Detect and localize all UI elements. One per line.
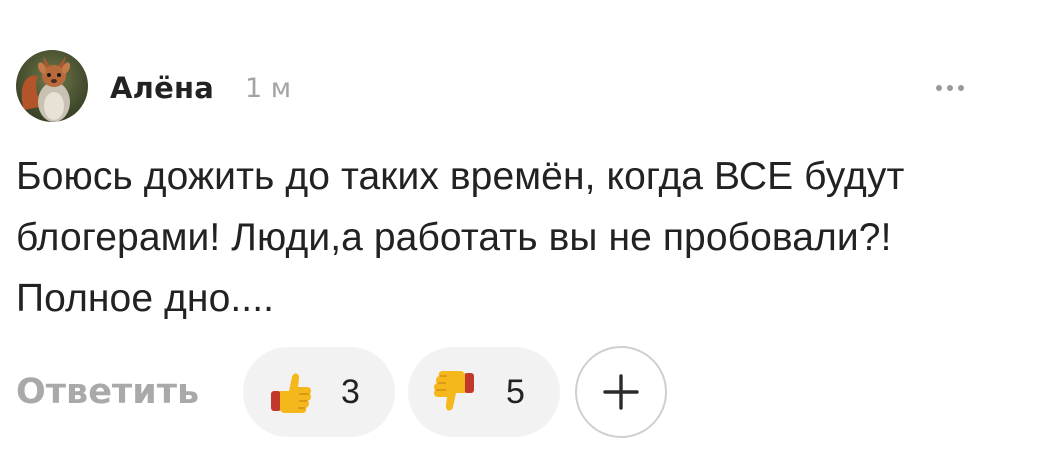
avatar[interactable] [16,50,88,122]
squirrel-avatar-icon [16,50,88,122]
reaction-dislike-button[interactable]: 5 [408,347,560,437]
dislike-count: 5 [506,373,525,411]
thumbs-up-emoji-icon [271,373,312,413]
more-dots-icon [947,85,953,91]
more-dots-icon [936,85,942,91]
plus-icon [603,374,639,410]
thumbs-down-emoji-icon [433,371,474,411]
reply-button[interactable]: Ответить [16,366,199,418]
add-reaction-button[interactable] [575,346,667,438]
like-count: 3 [341,373,360,411]
more-options-button[interactable] [922,72,978,104]
more-dots-icon [958,85,964,91]
author-name[interactable]: Алёна [110,68,214,108]
comment-text: Боюсь дожить до таких времён, когда ВСЕ … [16,155,905,320]
reaction-like-button[interactable]: 3 [243,347,395,437]
comment-timestamp: 1 м [245,73,292,104]
comment: Алёна 1 м Боюсь дожить до таких времён, … [0,0,1047,459]
